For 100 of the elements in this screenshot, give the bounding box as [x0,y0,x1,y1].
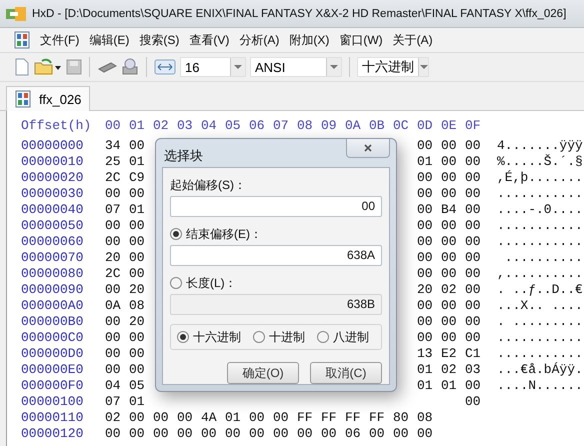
disk-drive-icon[interactable] [121,58,139,76]
hex-byte: 01 [417,362,434,378]
radio-button[interactable] [177,331,189,343]
hex-byte: 00 [441,298,458,314]
hex-byte: 00 [441,186,458,202]
hex-byte: 00 [201,426,218,442]
hex-byte: 00 [441,138,458,154]
menu-item[interactable]: 附加(X) [285,30,334,50]
radio-label: 结束偏移(E)： [186,226,262,242]
row-offset: 00000050 [21,218,84,234]
row-offset: 00000110 [21,410,84,426]
hex-byte: 00 [129,426,146,442]
hex-byte: 00 [129,346,146,362]
hex-byte: B4 [441,202,458,218]
hex-byte: 00 [441,218,458,234]
hex-byte: FF [297,410,314,426]
hex-byte: 00 [225,426,242,442]
menu-item[interactable]: 文件(F) [36,30,84,50]
hex-byte: 01 [129,154,146,170]
hex-byte: 00 [417,314,434,330]
column-header: 04 [201,118,218,134]
save-icon[interactable] [66,59,82,75]
row-offset: 00000060 [21,234,84,250]
column-header: 09 [321,118,338,134]
ascii-text: ........... [496,234,584,250]
radio-button[interactable] [170,277,182,289]
hex-byte: 02 [441,282,458,298]
menu-item[interactable]: 查看(V) [185,30,234,50]
dialog-button[interactable]: 确定(O) [227,362,299,384]
input-field[interactable]: 638B [170,294,382,315]
hex-byte: 01 [441,378,458,394]
hex-byte: 01 [417,154,434,170]
radio-button[interactable] [317,331,329,343]
column-header: 02 [153,118,170,134]
input-field[interactable]: 00 [170,196,382,217]
hex-byte: 01 [225,410,242,426]
file-tab[interactable]: ffx_026 [6,86,90,111]
ascii-text: . ..ƒ..D..€ [496,282,584,298]
row-offset: 00000010 [21,154,84,170]
column-header: 05 [225,118,242,134]
column-header: 0F [465,118,482,134]
hex-byte: FF [369,410,386,426]
radio-button[interactable] [253,331,265,343]
hex-byte: 00 [441,234,458,250]
column-header: 08 [297,118,314,134]
ascii-text: ........... [496,218,584,234]
row-offset: 00000070 [21,250,84,266]
menu-item[interactable]: 搜索(S) [135,30,184,50]
hex-byte: 00 [369,426,386,442]
hex-byte: 00 [105,234,122,250]
hex-byte: 00 [129,186,146,202]
hex-byte: 02 [105,410,122,426]
radio-label: 长度(L)： [186,274,237,292]
ascii-text: ........... [496,330,584,346]
row-offset: 000000A0 [21,298,84,314]
ascii-text: ........... [496,186,584,202]
menu-item[interactable]: 窗口(W) [335,30,387,50]
hex-byte: 00 [417,186,434,202]
hex-byte: 80 [393,410,410,426]
close-button[interactable] [346,139,390,158]
open-folder-icon[interactable] [34,58,62,76]
hex-byte: 00 [249,410,266,426]
hex-byte: 00 [441,330,458,346]
field-label: 起始偏移(S)： [170,176,246,194]
hex-byte: 20 [129,282,146,298]
hex-byte: 00 [129,266,146,282]
hex-byte: 00 [441,314,458,330]
hex-byte: 00 [465,170,482,186]
column-header: 07 [273,118,290,134]
row-offset: 00000120 [21,426,84,442]
hex-byte: 00 [417,234,434,250]
close-icon [364,144,372,152]
hex-byte: 00 [417,426,434,442]
dialog-button[interactable]: 取消(C) [310,362,382,384]
radio-button[interactable] [170,228,182,240]
bytes-per-row-dropdown[interactable]: 16 [180,57,246,77]
hex-byte: 00 [129,138,146,154]
menu-item[interactable]: 编辑(E) [85,30,134,50]
hex-byte: 00 [465,138,482,154]
offset-base-dropdown[interactable]: 十六进制 [357,57,429,77]
window-title: HxD - [D:\Documents\SQUARE ENIX\FINAL FANTASY X&X-2 HD Remaster\FINAL FANTASY X\ffx_026] [32,8,566,20]
hex-byte: 04 [105,378,122,394]
hex-byte: 00 [129,330,146,346]
new-file-icon[interactable] [14,58,30,76]
row-offset: 00000080 [21,266,84,282]
charset-dropdown[interactable]: ANSI [250,57,342,77]
hex-byte: 01 [129,394,146,410]
hex-byte: 00 [417,202,434,218]
input-field[interactable]: 638A [170,245,382,266]
row-offset: 00000020 [21,170,84,186]
hex-byte: 05 [129,378,146,394]
hex-byte: 00 [129,234,146,250]
hex-byte: C9 [129,170,146,186]
ascii-text: ,É,þ....... [496,170,584,186]
column-width-icon[interactable] [154,58,176,76]
menu-item[interactable]: 关于(A) [388,30,437,50]
hex-byte: 00 [297,426,314,442]
dialog-title: 选择块 [163,147,203,165]
menu-item[interactable]: 分析(A) [235,30,284,50]
hex-byte: 08 [129,298,146,314]
